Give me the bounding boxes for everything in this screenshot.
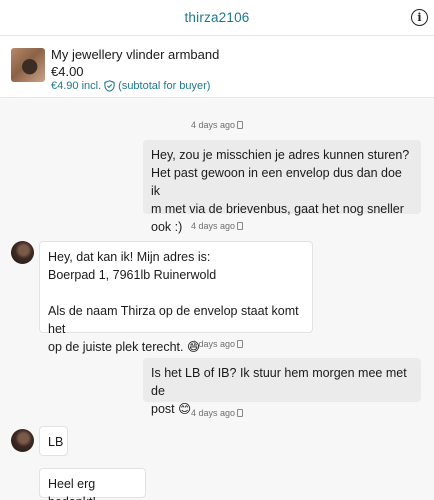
outgoing-message: Hey, zou je misschien je adres kunnen st… (143, 140, 421, 234)
outgoing-message: Is het LB of IB? Ik stuur hem morgen mee… (143, 358, 421, 416)
conversation-username[interactable]: thirza2106 (0, 10, 434, 25)
item-price: €4.00 (51, 64, 84, 79)
message-thread[interactable]: 4 days ago Hey, zou je misschien je adre… (0, 98, 434, 500)
item-thumbnail[interactable] (11, 48, 45, 82)
subtotal-note: (subtotal for buyer) (118, 80, 211, 92)
item-buyer-price: €4.90 incl. (subtotal for buyer) (51, 80, 210, 92)
info-icon[interactable]: i (411, 9, 428, 26)
item-summary[interactable]: My jewellery vlinder armband €4.00 €4.90… (0, 36, 434, 98)
incl-price: €4.90 incl. (51, 80, 102, 92)
message-timestamp: 4 days ago (0, 339, 434, 349)
read-status-icon (237, 409, 244, 417)
message-timestamp: 4 days ago (0, 120, 434, 130)
chat-header: thirza2106 i (0, 0, 434, 36)
avatar[interactable] (11, 429, 34, 452)
incoming-message: Hey, dat kan ik! Mijn adres is: Boerpad … (39, 241, 313, 354)
avatar[interactable] (11, 241, 34, 264)
shield-check-icon (104, 80, 115, 92)
incoming-message: LB (39, 426, 68, 456)
read-status-icon (237, 340, 244, 348)
message-timestamp: 4 days ago (0, 408, 434, 418)
read-status-icon (237, 121, 244, 129)
read-status-icon (237, 222, 244, 230)
item-title: My jewellery vlinder armband (51, 47, 220, 62)
incoming-message: Heel erg bedankt! (39, 468, 146, 500)
message-timestamp: 4 days ago (0, 221, 434, 231)
